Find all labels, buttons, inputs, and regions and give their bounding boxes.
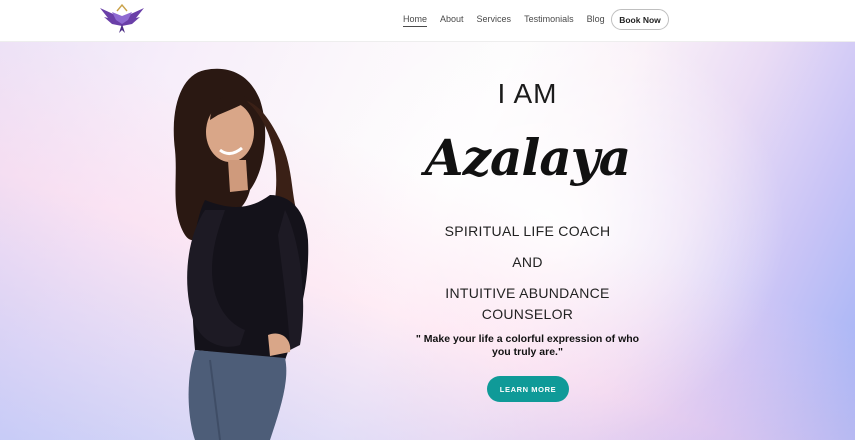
hero-quote: " Make your life a colorful expression o…: [415, 333, 640, 358]
nav-about[interactable]: About: [440, 12, 464, 26]
nav-testimonials[interactable]: Testimonials: [524, 12, 574, 26]
hero-intro: I AM: [497, 78, 558, 109]
hero-section: I AM Azalaya SPIRITUAL LIFE COACH AND IN…: [0, 42, 855, 440]
main-nav: Home About Services Testimonials Blog: [403, 8, 618, 30]
hero-name: Azalaya: [424, 128, 631, 187]
phoenix-logo-icon[interactable]: [98, 4, 146, 34]
nav-home[interactable]: Home: [403, 12, 428, 27]
site-header: Home About Services Testimonials Blog Bo…: [0, 0, 855, 42]
nav-blog[interactable]: Blog: [587, 12, 605, 26]
learn-more-button[interactable]: LEARN MORE: [487, 376, 569, 402]
hero-title-line2b: COUNSELOR: [481, 306, 574, 322]
nav-services[interactable]: Services: [477, 12, 512, 26]
book-now-button[interactable]: Book Now: [611, 9, 669, 30]
coach-portrait-image: [173, 68, 309, 440]
hero-title-line2a: INTUITIVE ABUNDANCE: [445, 285, 610, 301]
hero-title-and: AND: [512, 254, 543, 270]
hero-title-line1: SPIRITUAL LIFE COACH: [444, 223, 611, 239]
